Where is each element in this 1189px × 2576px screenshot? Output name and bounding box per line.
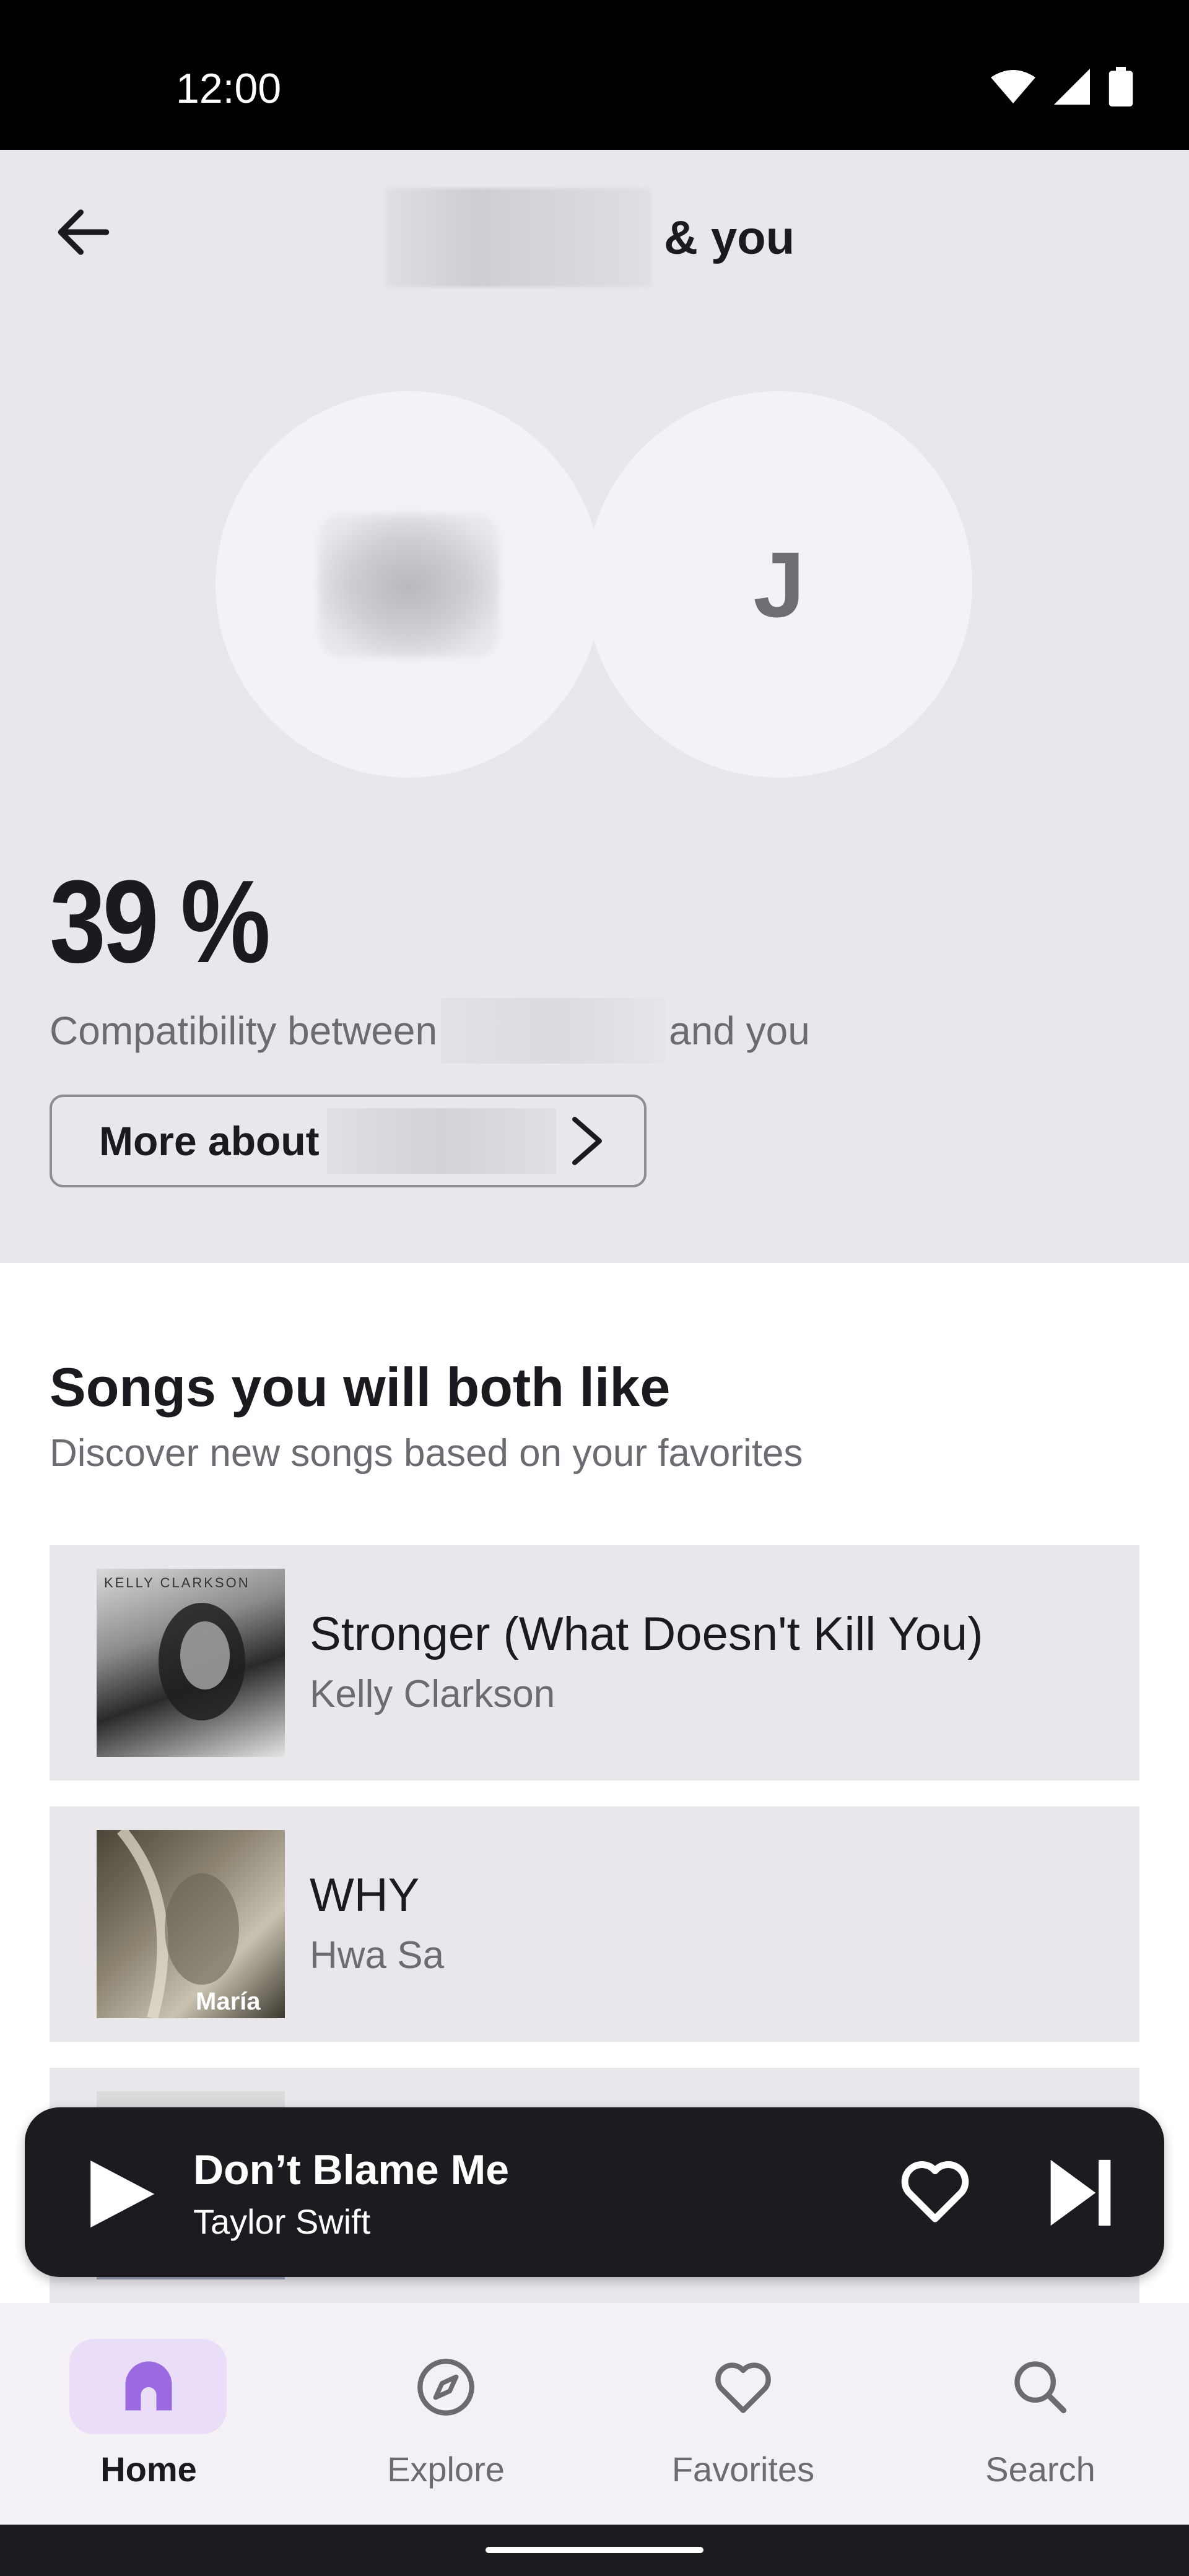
redacted-username bbox=[326, 1108, 556, 1174]
compatibility-description: Compatibility between and you bbox=[50, 998, 810, 1064]
signal-icon bbox=[1054, 69, 1090, 105]
nav-label-search: Search bbox=[985, 2450, 1095, 2489]
album-art: María bbox=[97, 1830, 285, 2018]
compatibility-suffix: and you bbox=[669, 1008, 810, 1053]
nav-label-explore: Explore bbox=[387, 2450, 505, 2489]
redacted-username bbox=[441, 998, 666, 1064]
compass-icon bbox=[417, 2359, 474, 2416]
chevron-right-icon bbox=[572, 1117, 602, 1165]
gesture-handle[interactable] bbox=[486, 2547, 703, 2553]
arrow-back-icon bbox=[58, 209, 110, 255]
mini-player[interactable]: Don’t Blame Me Taylor Swift bbox=[25, 2107, 1164, 2277]
status-icons bbox=[991, 67, 1133, 106]
page-title-suffix: & you bbox=[664, 211, 795, 264]
song-title: WHY bbox=[310, 1869, 420, 1922]
play-icon[interactable] bbox=[81, 2157, 161, 2231]
nav-item-search[interactable]: Search bbox=[892, 2303, 1189, 2525]
more-about-button[interactable]: More about bbox=[50, 1095, 647, 1187]
search-icon bbox=[1014, 2361, 1067, 2414]
song-row[interactable]: María WHY Hwa Sa bbox=[50, 1806, 1139, 2042]
redacted-username bbox=[385, 188, 651, 287]
compatibility-prefix: Compatibility between bbox=[50, 1008, 438, 1053]
album-art-text: María bbox=[196, 1988, 261, 2015]
nav-label-home: Home bbox=[100, 2450, 197, 2489]
nav-item-favorites[interactable]: Favorites bbox=[594, 2303, 892, 2525]
redacted-avatar-image bbox=[318, 514, 499, 657]
wifi-icon bbox=[991, 70, 1035, 103]
status-bar: 12:00 bbox=[0, 0, 1189, 150]
album-art-text: KELLY CLARKSON bbox=[104, 1575, 250, 1590]
player-track-title: Don’t Blame Me bbox=[193, 2146, 510, 2193]
user-avatar-initial: J bbox=[753, 532, 805, 636]
home-icon bbox=[125, 2361, 172, 2411]
song-title: Stronger (What Doesn't Kill You) bbox=[310, 1608, 983, 1660]
gesture-navigation-bar bbox=[0, 2525, 1189, 2576]
status-time: 12:00 bbox=[176, 65, 282, 112]
nav-label-favorites: Favorites bbox=[671, 2450, 815, 2489]
nav-item-explore[interactable]: Explore bbox=[297, 2303, 594, 2525]
heart-icon bbox=[715, 2362, 771, 2413]
section-title: Songs you will both like bbox=[50, 1356, 671, 1418]
bottom-navigation: Home Explore Favorites Search bbox=[0, 2303, 1189, 2525]
section-subtitle: Discover new songs based on your favorit… bbox=[50, 1432, 803, 1475]
song-row[interactable]: KELLY CLARKSON Stronger (What Doesn't Ki… bbox=[50, 1545, 1139, 1780]
more-about-label: More about bbox=[99, 1118, 320, 1164]
friend-avatar bbox=[216, 391, 602, 778]
song-artist: Kelly Clarkson bbox=[310, 1673, 555, 1715]
battery-icon bbox=[1108, 67, 1133, 106]
user-avatar: J bbox=[586, 391, 972, 778]
compatibility-percent: 39 % bbox=[50, 856, 271, 987]
skip-next-icon[interactable] bbox=[1047, 2157, 1115, 2229]
heart-outline-icon[interactable] bbox=[898, 2157, 972, 2225]
page-title: & you bbox=[385, 188, 795, 287]
player-track-artist: Taylor Swift bbox=[193, 2202, 371, 2241]
nav-item-home[interactable]: Home bbox=[0, 2303, 297, 2525]
back-button[interactable] bbox=[50, 198, 118, 266]
song-artist: Hwa Sa bbox=[310, 1934, 445, 1977]
album-art: KELLY CLARKSON bbox=[97, 1569, 285, 1757]
